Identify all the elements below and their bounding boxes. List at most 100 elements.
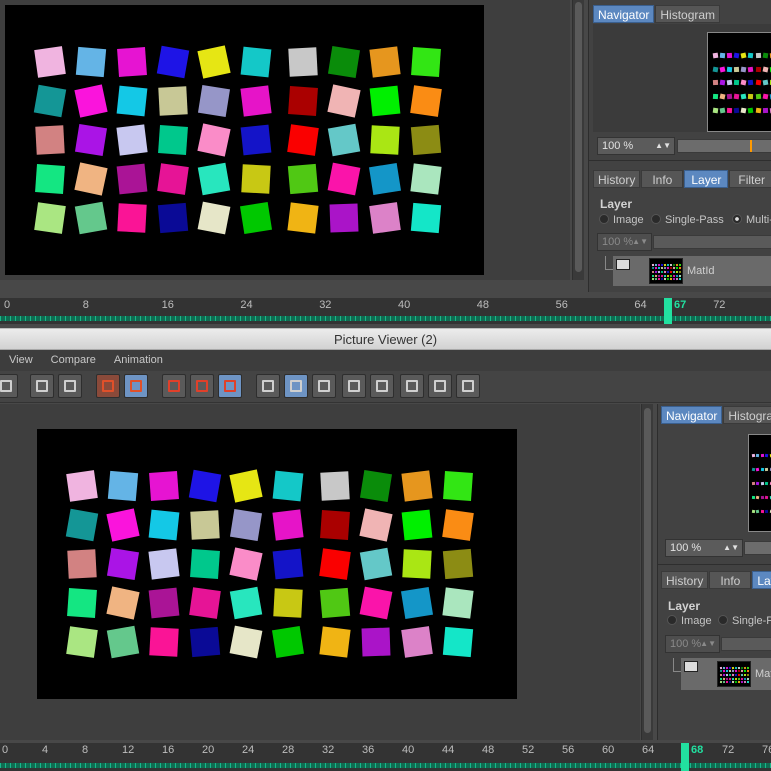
tab-histogram-2[interactable]: Histogram xyxy=(723,406,771,424)
visibility-eye-icon-2[interactable] xyxy=(684,661,698,672)
top-scroll-thumb[interactable] xyxy=(575,2,582,272)
set-b-icon-glyph xyxy=(376,380,388,392)
mode-multi-pass[interactable]: Multi- xyxy=(732,214,771,226)
search-user-icon[interactable] xyxy=(58,374,82,398)
tab-filter[interactable]: Filter xyxy=(729,170,771,188)
color-swatch xyxy=(106,508,140,542)
timeline-playhead[interactable] xyxy=(681,743,689,771)
zoom-field-2[interactable]: 100 % ▲▼ xyxy=(665,539,743,557)
color-swatch xyxy=(740,80,747,86)
window-titlebar[interactable]: Picture Viewer (2) xyxy=(0,328,771,350)
radio-multi-pass[interactable] xyxy=(732,214,742,224)
tab-info-2[interactable]: Info xyxy=(709,571,752,589)
color-swatch xyxy=(411,47,442,78)
tab-info[interactable]: Info xyxy=(641,170,684,188)
bottom-side-panel: Navigator Histogram 100 %▲▼ History Info… xyxy=(657,404,771,740)
tab-navigator-2[interactable]: Navigator xyxy=(661,406,723,424)
color-swatch xyxy=(320,471,350,502)
color-swatch xyxy=(74,162,108,196)
layer-row-matid[interactable]: MatId xyxy=(613,256,771,286)
color-swatch xyxy=(719,93,726,100)
color-swatch xyxy=(230,586,263,619)
tab-history-2[interactable]: History xyxy=(661,571,709,589)
color-swatch xyxy=(679,278,682,281)
zoom-slider-handle[interactable] xyxy=(750,140,752,152)
visibility-eye-icon[interactable] xyxy=(616,259,630,270)
color-swatch xyxy=(65,509,98,542)
color-swatch xyxy=(726,53,733,59)
toolbar xyxy=(0,371,771,403)
color-swatch xyxy=(712,80,719,86)
region-eye-icon[interactable] xyxy=(162,374,186,398)
color-swatch xyxy=(755,468,760,472)
mode-single-pass-2[interactable]: Single-P xyxy=(718,615,771,627)
timeline-frame-label: 48 xyxy=(476,299,490,311)
menu-view[interactable]: View xyxy=(0,350,42,371)
ab-compare-icon[interactable] xyxy=(256,374,280,398)
tab-layer-2[interactable]: Lay xyxy=(752,571,771,589)
layer-heading-2: Layer xyxy=(668,599,701,613)
radio-image[interactable] xyxy=(599,214,609,224)
navigator-thumbnail[interactable] xyxy=(707,32,771,132)
color-swatch xyxy=(401,625,433,658)
layer-name-2: Mat xyxy=(755,668,771,680)
region-eye-alt-icon[interactable] xyxy=(190,374,214,398)
radio-single-pass[interactable] xyxy=(651,214,661,224)
color-swatch xyxy=(117,47,147,78)
tab-layer[interactable]: Layer xyxy=(684,170,729,188)
menu-compare[interactable]: Compare xyxy=(42,350,105,371)
bottom-scroll-thumb[interactable] xyxy=(644,408,651,733)
color-swatch xyxy=(719,107,726,114)
mode-image-2[interactable]: Image xyxy=(667,615,712,627)
color-swatch xyxy=(679,270,682,274)
top-timeline-track[interactable] xyxy=(0,316,771,321)
color-swatch xyxy=(443,626,474,657)
color-swatch xyxy=(157,46,190,79)
film-copy-icon[interactable] xyxy=(96,374,120,398)
set-a-icon-glyph xyxy=(348,380,360,392)
ab-split-icon[interactable] xyxy=(284,374,308,398)
layout-3-icon[interactable] xyxy=(456,374,480,398)
zoom-slider-2[interactable] xyxy=(744,541,771,555)
color-swatch xyxy=(369,162,402,195)
layout-1-icon[interactable] xyxy=(400,374,424,398)
tab-navigator[interactable]: Navigator xyxy=(593,5,655,23)
color-swatch xyxy=(755,80,762,86)
color-swatch xyxy=(359,508,393,542)
zoom-slider[interactable] xyxy=(677,139,771,153)
zoom-field[interactable]: 100 % ▲▼ xyxy=(597,137,675,155)
color-swatch xyxy=(740,52,747,59)
set-b-icon[interactable] xyxy=(370,374,394,398)
timeline-frame-label: 12 xyxy=(122,744,135,756)
mode-image[interactable]: Image xyxy=(599,214,644,226)
grid-icon[interactable] xyxy=(0,374,18,398)
tab-histogram[interactable]: Histogram xyxy=(655,5,721,23)
color-swatch xyxy=(712,107,719,114)
top-timeline[interactable]: 0 8 16 24 32 40 48 56 64 72 67 xyxy=(0,298,771,324)
ab-overlay-icon[interactable] xyxy=(312,374,336,398)
color-swatch xyxy=(189,587,221,619)
bottom-vertical-scrollbar[interactable] xyxy=(641,404,653,740)
layout-2-icon[interactable] xyxy=(428,374,452,398)
layer-row-mat[interactable]: Mat xyxy=(681,658,771,690)
color-swatch xyxy=(197,45,231,79)
bottom-timeline[interactable]: 0481216202428323640444852566064727668 xyxy=(0,743,771,771)
timeline-playhead[interactable] xyxy=(664,298,672,324)
set-a-icon[interactable] xyxy=(342,374,366,398)
navigator-thumbnail-2[interactable] xyxy=(748,434,771,532)
tab-history[interactable]: History xyxy=(593,170,641,188)
top-vertical-scrollbar[interactable] xyxy=(572,0,584,280)
radio-single-pass-2[interactable] xyxy=(718,615,728,625)
radio-image-2[interactable] xyxy=(667,615,677,625)
color-eye-icon[interactable] xyxy=(218,374,242,398)
color-swatch xyxy=(148,509,180,541)
mode-single-pass[interactable]: Single-Pass xyxy=(651,214,724,226)
bottom-timeline-track[interactable] xyxy=(0,763,771,768)
color-swatch xyxy=(197,123,231,157)
timeline-frame-label: 52 xyxy=(522,744,535,756)
menu-animation[interactable]: Animation xyxy=(105,350,172,371)
color-swatch xyxy=(107,471,138,502)
color-swatch xyxy=(751,510,756,514)
film-stack-icon[interactable] xyxy=(124,374,148,398)
export-icon[interactable] xyxy=(30,374,54,398)
